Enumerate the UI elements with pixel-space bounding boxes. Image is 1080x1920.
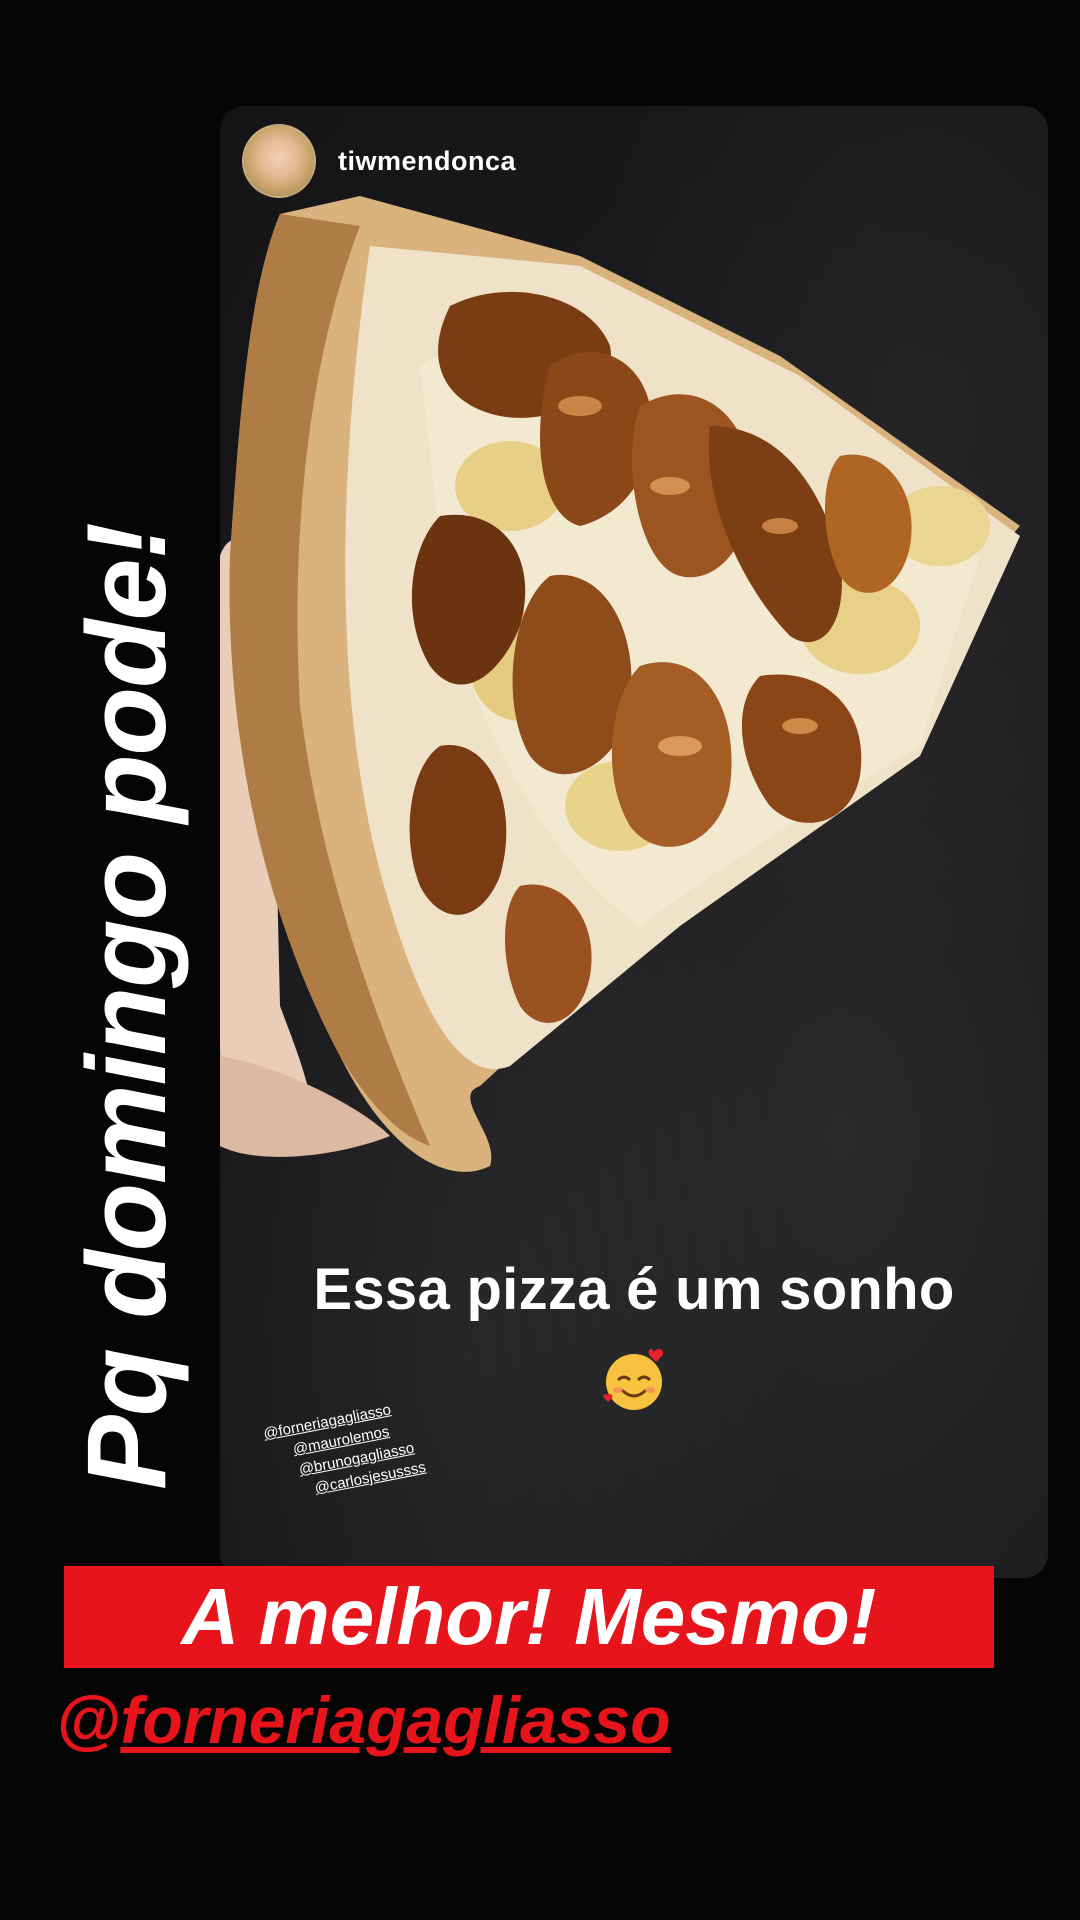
avatar[interactable] xyxy=(242,124,316,198)
handle-at-sign: @ xyxy=(56,1683,121,1757)
story-caption: Essa pizza é um sonho xyxy=(313,1257,955,1322)
shared-story-card[interactable]: tiwmendonca Essa pizza é um sonho @forne… xyxy=(220,106,1048,1578)
vertical-headline: Pq domingo pode! xyxy=(64,523,189,1490)
mention-handle-link[interactable]: @forneriagagliasso xyxy=(56,1682,671,1758)
handle-text: forneriagagliasso xyxy=(120,1683,671,1757)
smiling-face-with-hearts-icon xyxy=(603,1349,664,1410)
username[interactable]: tiwmendonca xyxy=(338,146,516,177)
pizza-photo xyxy=(220,196,1020,1172)
highlight-banner: A melhor! Mesmo! xyxy=(64,1566,994,1668)
story-header[interactable]: tiwmendonca xyxy=(242,124,516,198)
